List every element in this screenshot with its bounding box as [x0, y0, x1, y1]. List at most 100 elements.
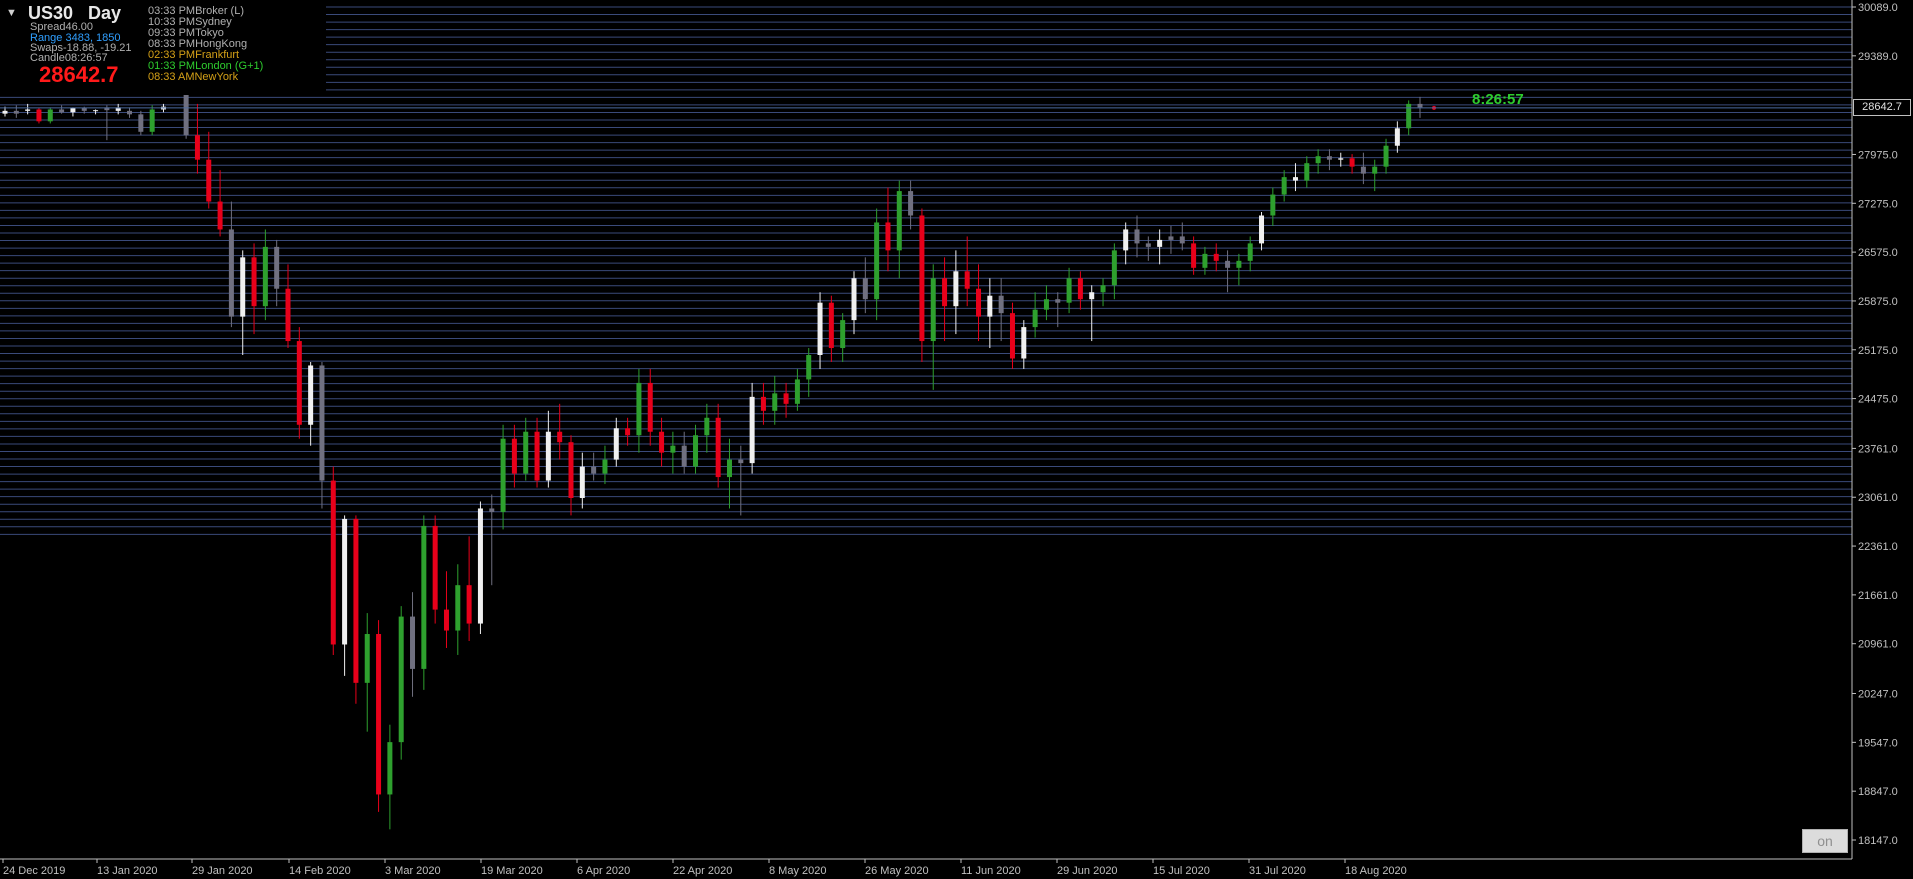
x-tick-label: 8 May 2020 — [769, 865, 826, 877]
candle-body — [1270, 194, 1276, 216]
candle — [1111, 243, 1117, 300]
candle-body — [1179, 236, 1185, 244]
candle-body — [1338, 158, 1344, 160]
candle — [1406, 100, 1412, 136]
candle-body — [285, 288, 291, 342]
y-tick-label: 18847.0 — [1858, 786, 1898, 798]
y-tick-label: 20247.0 — [1858, 689, 1898, 701]
candle — [398, 606, 404, 760]
candle-body — [1259, 215, 1265, 244]
candle — [715, 403, 721, 488]
x-tick-label: 26 May 2020 — [865, 865, 929, 877]
candle — [1009, 302, 1015, 369]
candle-body — [376, 634, 382, 795]
y-tick-label: 23061.0 — [1858, 492, 1898, 504]
y-tick-label: 20961.0 — [1858, 639, 1898, 651]
candle-body — [432, 525, 438, 610]
candle — [500, 424, 506, 530]
candle — [376, 620, 382, 812]
menu-arrow-icon[interactable]: ▼ — [6, 7, 17, 19]
candle — [534, 417, 540, 488]
candles — [2, 53, 1436, 830]
candle-body — [772, 393, 778, 411]
candle-body — [1077, 278, 1083, 300]
candle — [455, 564, 461, 655]
candle-body — [794, 379, 800, 404]
candle-body — [206, 159, 212, 202]
candle-body — [964, 271, 970, 289]
candle — [443, 571, 449, 648]
candle-body — [93, 110, 99, 112]
candle — [885, 187, 891, 272]
candle — [726, 438, 732, 509]
candle — [13, 105, 19, 118]
candle — [319, 361, 325, 509]
candle-body — [704, 417, 710, 436]
candle — [1338, 152, 1344, 167]
candle-body — [1236, 260, 1242, 268]
candle-body — [1145, 243, 1151, 247]
candle — [1123, 222, 1129, 265]
candle-body — [942, 278, 948, 307]
candle-body — [874, 222, 880, 300]
candle — [749, 382, 755, 474]
candle-body — [625, 428, 631, 436]
candle-body — [1066, 278, 1072, 303]
candle-body — [693, 435, 699, 467]
candle — [1372, 159, 1378, 192]
candle-body — [387, 742, 393, 795]
candle-body — [1111, 250, 1117, 286]
candle-body — [896, 191, 902, 251]
candle — [1236, 253, 1242, 286]
candle — [840, 313, 846, 362]
candle-body — [296, 341, 302, 425]
candle — [1326, 149, 1332, 171]
candle — [353, 515, 359, 704]
candle-body — [828, 302, 834, 349]
candle-body — [976, 288, 982, 317]
candle-body — [262, 246, 268, 307]
candle — [296, 327, 302, 439]
candle-body — [908, 191, 914, 216]
candle — [862, 257, 868, 314]
y-tick-label: 25175.0 — [1858, 345, 1898, 357]
on-button[interactable]: on — [1802, 829, 1848, 853]
candle-body — [138, 114, 144, 132]
candle — [274, 239, 280, 307]
candle-body — [659, 431, 665, 453]
candle — [47, 107, 53, 124]
candle — [410, 592, 416, 697]
candle-body — [523, 431, 529, 474]
candle-body — [636, 382, 642, 436]
session-row: 08:33 AMNewYork — [148, 72, 238, 83]
candle-body — [1247, 243, 1253, 261]
candle-body — [1100, 285, 1106, 293]
candle-body — [1168, 236, 1174, 240]
candle — [1100, 278, 1106, 307]
candle-body — [511, 438, 517, 474]
price-chart[interactable]: 30089.0 29389.0 27975.0 27275.0 26575.0 25875… — [0, 0, 1913, 879]
candle-body — [455, 585, 461, 631]
candle-body — [568, 442, 574, 498]
candle-body — [806, 355, 812, 380]
candle — [647, 368, 653, 446]
candle-body — [194, 135, 200, 160]
candle — [1021, 320, 1027, 369]
candle — [545, 410, 551, 488]
candle — [693, 424, 699, 474]
candle-body — [421, 525, 427, 669]
candle-body — [953, 271, 959, 307]
candle-body — [319, 365, 325, 481]
candle-body — [2, 110, 8, 114]
candle-body — [70, 108, 76, 113]
candle-body — [591, 466, 597, 474]
candle-body — [1021, 327, 1027, 359]
candle-body — [738, 459, 744, 464]
candle — [942, 257, 948, 342]
session-time: 08:33 AM — [148, 71, 195, 83]
candle — [704, 403, 710, 453]
candle-body — [613, 428, 619, 460]
y-tick-label: 27275.0 — [1858, 198, 1898, 210]
candle — [240, 250, 246, 356]
y-tick-label: 18147.0 — [1858, 835, 1898, 847]
